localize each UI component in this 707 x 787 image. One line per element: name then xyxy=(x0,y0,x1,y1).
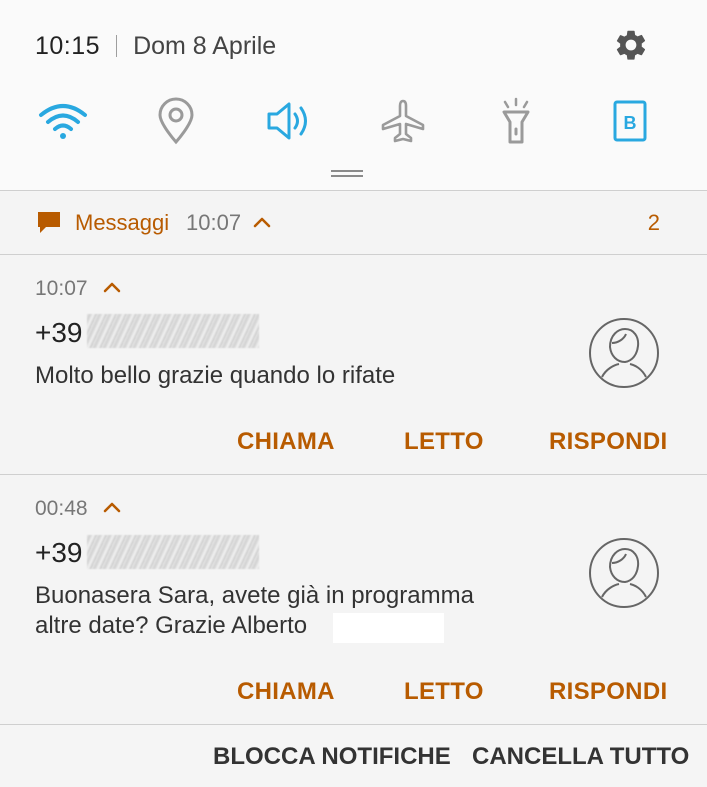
message-body: Molto bello grazie quando lo rifate xyxy=(35,362,396,389)
gear-icon xyxy=(616,30,646,60)
notification-count: 2 xyxy=(647,210,660,235)
reply-button[interactable]: RISPONDI xyxy=(549,427,667,457)
flashlight-toggle[interactable] xyxy=(486,92,546,150)
sender-prefix: +39 xyxy=(35,537,83,568)
notification-time: 10:07 xyxy=(35,277,88,300)
sender-prefix: +39 xyxy=(35,317,83,348)
quick-settings-icons: B xyxy=(0,92,707,150)
chevron-up-icon[interactable] xyxy=(102,500,122,514)
call-button[interactable]: CHIAMA xyxy=(237,427,335,457)
location-icon xyxy=(158,97,194,145)
clear-all-button[interactable]: CANCELLA TUTTO xyxy=(472,742,689,772)
sound-icon xyxy=(267,102,307,140)
mark-read-button[interactable]: LETTO xyxy=(404,677,484,707)
airplane-toggle[interactable] xyxy=(373,92,433,150)
block-notifications-button[interactable]: BLOCCA NOTIFICHE xyxy=(213,742,451,772)
status-row: 10:15 Dom 8 Aprile xyxy=(35,28,276,64)
status-separator xyxy=(116,35,118,57)
message-body-line2: altre date? Grazie Alberto xyxy=(35,612,308,639)
message-icon xyxy=(38,212,60,233)
chevron-up-icon[interactable] xyxy=(252,215,272,229)
sender-number-redacted xyxy=(87,314,259,348)
flashlight-icon xyxy=(502,97,530,144)
location-toggle[interactable] xyxy=(146,92,206,150)
quick-settings-panel: 10:15 Dom 8 Aprile B xyxy=(0,0,707,191)
avatar-icon xyxy=(589,318,659,388)
date: Dom 8 Aprile xyxy=(133,31,277,60)
divider-header xyxy=(0,254,707,255)
sender-number-redacted xyxy=(87,535,259,569)
airplane-icon xyxy=(381,99,425,143)
blue-light-icon: B xyxy=(613,100,647,142)
app-group-time: 10:07 xyxy=(186,210,242,235)
blue-light-toggle[interactable]: B xyxy=(600,92,660,150)
divider-top xyxy=(0,190,707,191)
divider-notification xyxy=(0,474,707,475)
app-name: Messaggi xyxy=(75,210,170,235)
message-body-line1: Buonasera Sara, avete già in programma xyxy=(35,582,474,609)
blue-light-glyph: B xyxy=(624,113,637,133)
wifi-icon xyxy=(39,104,87,139)
settings-button[interactable] xyxy=(611,25,651,65)
notification-time: 00:48 xyxy=(35,497,88,520)
panel-drag-handle[interactable] xyxy=(331,170,363,178)
chevron-up-icon[interactable] xyxy=(102,280,122,294)
mark-read-button[interactable]: LETTO xyxy=(404,427,484,457)
clock: 10:15 xyxy=(35,31,101,60)
wifi-toggle[interactable] xyxy=(33,92,93,150)
call-button[interactable]: CHIAMA xyxy=(237,677,335,707)
reply-button[interactable]: RISPONDI xyxy=(549,677,667,707)
sound-toggle[interactable] xyxy=(259,92,319,150)
avatar-icon xyxy=(589,538,659,608)
redaction-box xyxy=(333,613,444,643)
